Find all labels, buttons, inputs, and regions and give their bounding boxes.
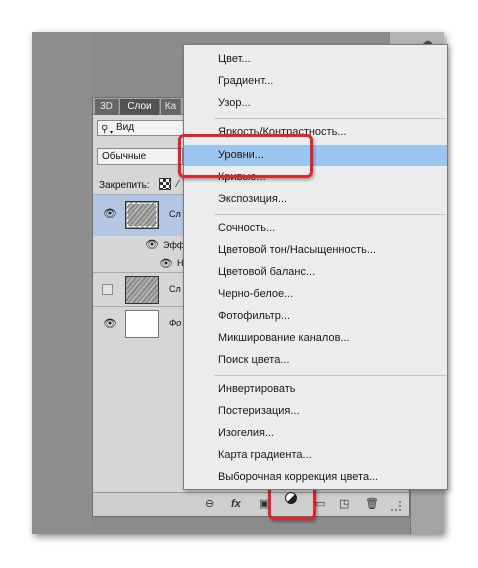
menu-item-channel-mixer[interactable]: Микширование каналов... (184, 328, 447, 349)
menu-item-gradient-map[interactable]: Карта градиента... (184, 445, 447, 466)
menu-item-photo-filter[interactable]: Фотофильтр... (184, 306, 447, 327)
fx-icon[interactable]: fx (231, 497, 241, 511)
trash-icon[interactable]: 🗑 (365, 497, 379, 511)
menu-item-gradient[interactable]: Градиент... (184, 71, 447, 92)
new-layer-icon[interactable]: ◳ (339, 497, 349, 511)
canvas-area (32, 32, 92, 534)
menu-item-invert[interactable]: Инвертировать (184, 379, 447, 400)
menu-item-posterize[interactable]: Постеризация... (184, 401, 447, 422)
layer-name: Фо (169, 318, 182, 328)
lock-brush-icon[interactable]: ⁄ (177, 179, 179, 190)
menu-item-color[interactable]: Цвет... (184, 49, 447, 70)
layer-thumbnail (125, 310, 159, 338)
layer-name: Сл (169, 209, 181, 219)
chevron-down-icon: ▾ (110, 130, 114, 136)
filter-label: Вид (116, 122, 135, 133)
menu-item-selective-color[interactable]: Выборочная коррекция цвета... (184, 467, 447, 488)
eye-icon[interactable]: 👁 (159, 257, 173, 270)
tab-channels[interactable]: Ка (161, 99, 181, 115)
menu-item-threshold[interactable]: Изогелия... (184, 423, 447, 444)
menu-item-color-balance[interactable]: Цветовой баланс... (184, 262, 447, 283)
menu-divider (214, 375, 446, 376)
search-icon: ⚲ (101, 124, 109, 135)
effects-label: Эфф (163, 240, 185, 250)
panel-bottom-bar: ⊖ fx ▣ ▭ ◳ 🗑 (93, 492, 409, 516)
lock-label: Закрепить: (99, 180, 150, 191)
resize-grip[interactable] (391, 501, 401, 511)
menu-item-exposure[interactable]: Экспозиция... (184, 189, 447, 210)
folder-icon[interactable]: ▭ (315, 497, 325, 511)
menu-divider (214, 118, 446, 119)
menu-item-color-lookup[interactable]: Поиск цвета... (184, 350, 447, 371)
levels-callout (178, 134, 313, 178)
layer-thumbnail (125, 276, 159, 304)
eye-icon[interactable]: 👁 (103, 317, 117, 330)
lock-transparency-icon[interactable] (159, 178, 171, 190)
menu-item-hue-saturation[interactable]: Цветовой тон/Насыщенность... (184, 240, 447, 261)
tab-layers[interactable]: Слои (120, 99, 160, 115)
link-icon[interactable]: ⊖ (205, 497, 214, 511)
layer-thumbnail (125, 201, 159, 229)
eye-icon[interactable]: 👁 (103, 207, 117, 220)
visibility-toggle[interactable] (102, 284, 113, 295)
tab-3d[interactable]: 3D (95, 99, 119, 115)
layer-name: Сл (169, 284, 181, 294)
eye-icon[interactable]: 👁 (145, 238, 159, 251)
menu-item-black-white[interactable]: Черно-белое... (184, 284, 447, 305)
blend-mode-select[interactable]: Обычные (97, 148, 183, 165)
menu-item-vibrance[interactable]: Сочность... (184, 218, 447, 239)
layer-filter[interactable]: ⚲ ▾ Вид (97, 120, 187, 136)
adjustment-menu: Цвет... Градиент... Узор... Яркость/Конт… (183, 44, 448, 490)
menu-item-pattern[interactable]: Узор... (184, 93, 447, 114)
menu-divider (214, 214, 446, 215)
